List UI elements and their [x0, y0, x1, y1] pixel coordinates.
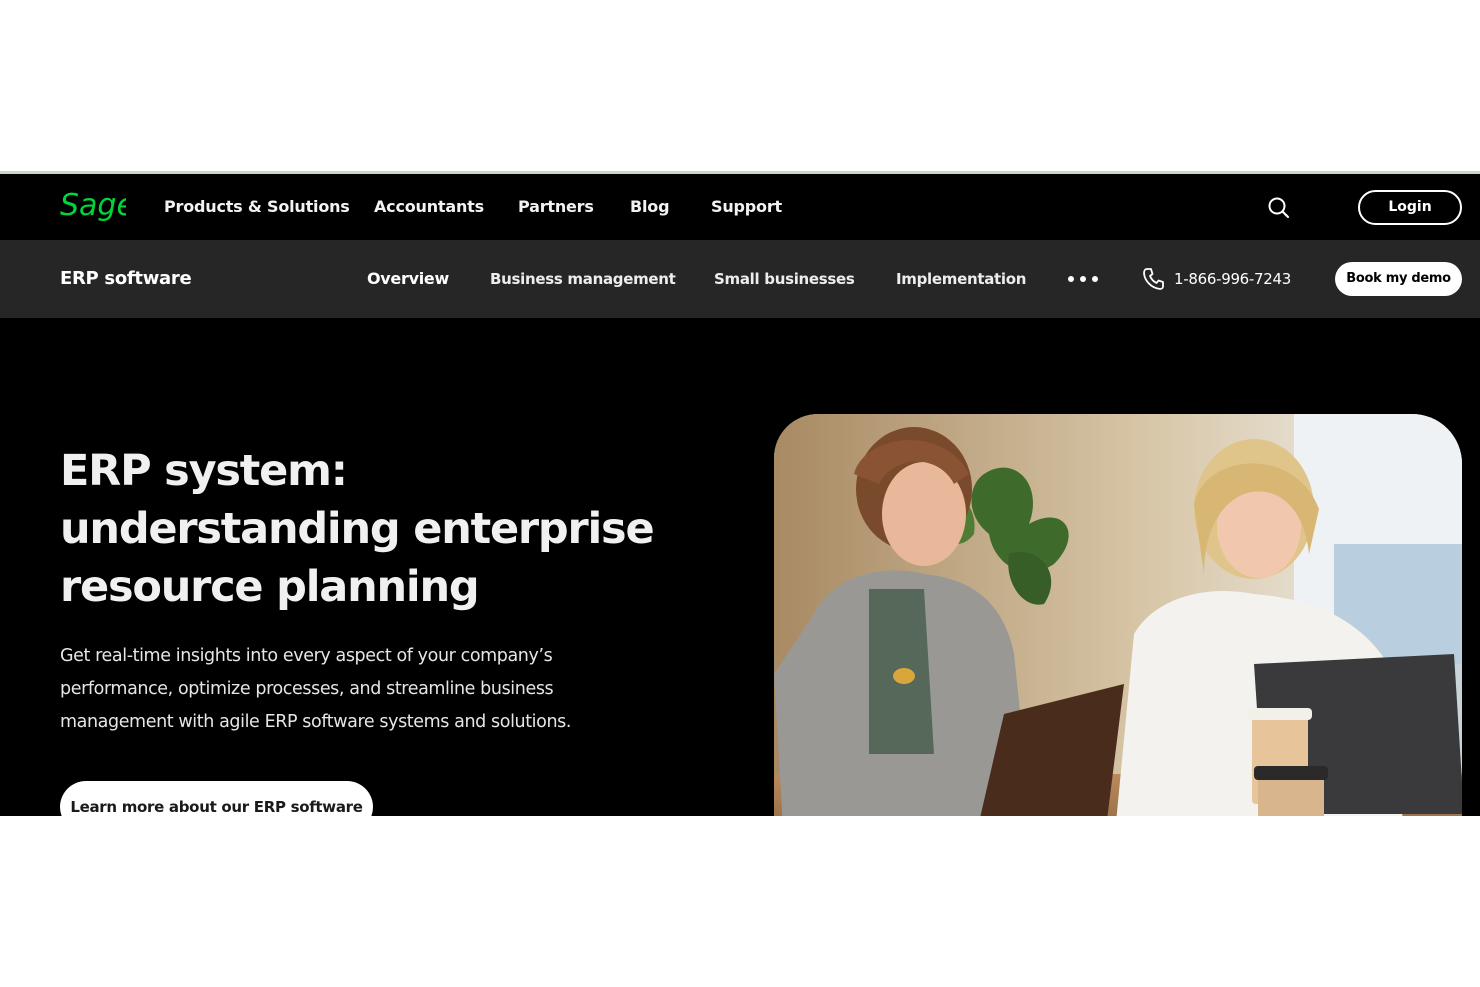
hero-title-line: understanding enterprise: [60, 504, 655, 554]
hero-photo: [774, 414, 1462, 816]
hero-description-line: management with agile ERP software syste…: [60, 712, 572, 732]
nav-blog[interactable]: Blog: [630, 174, 670, 240]
hero-section: ERP system: understanding enterprise res…: [0, 318, 1480, 816]
nav-accountants[interactable]: Accountants: [374, 174, 484, 240]
page-top-whitespace: [0, 0, 1480, 172]
primary-nav: Sage Products & Solutions Accountants Pa…: [0, 174, 1480, 240]
more-menu-button[interactable]: [1068, 276, 1098, 284]
sage-logo-mark: Sage: [60, 188, 126, 223]
hero-photo-illustration: [774, 414, 1462, 816]
hero-description-line: performance, optimize processes, and str…: [60, 679, 554, 699]
subnav-small-businesses[interactable]: Small businesses: [714, 240, 855, 318]
book-demo-button[interactable]: Book my demo: [1335, 262, 1462, 296]
dot-icon: [1092, 276, 1098, 282]
hero-title-line: resource planning: [60, 562, 480, 612]
section-title[interactable]: ERP software: [60, 240, 192, 318]
nav-partners[interactable]: Partners: [518, 174, 594, 240]
dot-icon: [1068, 276, 1074, 282]
subnav-overview[interactable]: Overview: [367, 240, 449, 318]
nav-products-solutions[interactable]: Products & Solutions: [164, 174, 350, 240]
learn-more-button[interactable]: Learn more about our ERP software: [60, 781, 373, 816]
nav-support[interactable]: Support: [711, 174, 782, 240]
logo-text: Sage: [60, 188, 126, 223]
phone-icon: [1142, 267, 1164, 291]
hero-description: Get real-time insights into every aspect…: [60, 640, 640, 739]
subnav-business-management[interactable]: Business management: [490, 240, 676, 318]
hero-description-line: Get real-time insights into every aspect…: [60, 646, 553, 666]
hero-title: ERP system: understanding enterprise res…: [60, 442, 740, 616]
dot-icon: [1080, 276, 1086, 282]
subnav-implementation[interactable]: Implementation: [896, 240, 1026, 318]
phone-number-link[interactable]: 1-866-996-7243: [1174, 240, 1291, 318]
search-button[interactable]: [1266, 195, 1292, 221]
sage-logo[interactable]: Sage: [60, 188, 126, 226]
hero-title-line: ERP system:: [60, 446, 348, 496]
login-button[interactable]: Login: [1358, 190, 1462, 225]
search-icon: [1268, 197, 1290, 219]
